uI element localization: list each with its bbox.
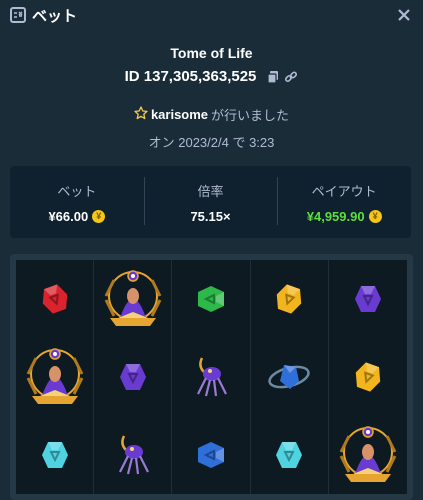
stat-bet-label: ベット xyxy=(57,183,97,199)
purple-spider-icon xyxy=(190,354,232,400)
slot-cell xyxy=(172,260,251,338)
yellow-rune-gem-icon xyxy=(272,282,306,316)
game-title[interactable]: Tome of Life xyxy=(0,45,423,61)
yen-coin-icon: ¥ xyxy=(368,209,382,223)
stat-bet-value-wrap: ¥66.00 ¥ xyxy=(48,208,106,224)
slot-cell xyxy=(94,338,173,416)
yen-coin-icon: ¥ xyxy=(92,209,106,223)
slot-grid xyxy=(16,260,407,494)
golden-spider-priestess-icon xyxy=(335,422,401,488)
stat-bet-value: ¥66.00 xyxy=(48,208,89,224)
slot-cell xyxy=(251,338,329,416)
purple-spider-icon xyxy=(112,432,154,478)
slot-cell xyxy=(172,338,251,416)
golden-spider-priestess-icon xyxy=(22,344,88,410)
stat-payout-value: ¥4,959.90 xyxy=(306,208,365,224)
green-rune-gem-icon xyxy=(194,282,228,316)
purple-rune-gem-icon xyxy=(351,282,385,316)
bet-stats-panel: ベット ¥66.00 ¥ 倍率 75.15× ペイアウト ¥4,959.90 ¥ xyxy=(10,166,411,238)
slot-cell xyxy=(329,416,407,494)
yellow-rune-gem-icon xyxy=(351,360,385,394)
slot-cell xyxy=(16,416,95,494)
slot-board xyxy=(10,254,413,500)
slot-cell xyxy=(329,338,407,416)
bet-date: オン 2023/2/4 で 3:23 xyxy=(148,135,275,150)
slot-cell xyxy=(94,260,173,338)
bet-slip-icon xyxy=(10,7,26,23)
slot-cell xyxy=(16,338,95,416)
bet-id-row: ID 137,305,363,525 xyxy=(0,68,423,85)
stat-payout: ペイアウト ¥4,959.90 ¥ xyxy=(277,176,411,225)
slot-cell xyxy=(172,416,251,494)
stat-multiplier: 倍率 75.15× xyxy=(143,176,278,225)
blue-orb-ring-icon xyxy=(266,357,312,397)
player-name[interactable]: karisome xyxy=(151,107,208,122)
player-row: karisome が行いました xyxy=(0,105,423,124)
cyan-rune-gem-icon xyxy=(272,438,306,472)
stat-bet: ベット ¥66.00 ¥ xyxy=(10,181,144,224)
modal-header: ベット xyxy=(0,0,423,30)
slot-cell xyxy=(94,416,173,494)
link-icon[interactable] xyxy=(284,70,298,84)
modal-title: ベット xyxy=(32,7,78,25)
stat-payout-label: ペイアウト xyxy=(311,183,377,199)
purple-rune-gem-icon xyxy=(116,360,150,394)
slot-cell xyxy=(251,260,329,338)
stat-multiplier-label: 倍率 xyxy=(197,183,224,199)
stat-multiplier-value: 75.15× xyxy=(190,208,231,224)
red-rune-gem-icon xyxy=(38,282,72,316)
slot-cell xyxy=(251,416,329,494)
copy-icon[interactable] xyxy=(266,70,280,84)
bet-id: ID 137,305,363,525 xyxy=(124,68,257,85)
cyan-rune-gem-icon xyxy=(38,438,72,472)
slot-cell xyxy=(16,260,95,338)
slot-cell xyxy=(329,260,407,338)
star-icon xyxy=(134,106,148,123)
player-suffix: が行いました xyxy=(211,108,290,123)
close-icon[interactable] xyxy=(395,6,413,24)
blue-rune-gem-icon xyxy=(194,438,228,472)
stat-payout-value-wrap: ¥4,959.90 ¥ xyxy=(307,209,382,224)
golden-spider-priestess-icon xyxy=(100,266,166,332)
